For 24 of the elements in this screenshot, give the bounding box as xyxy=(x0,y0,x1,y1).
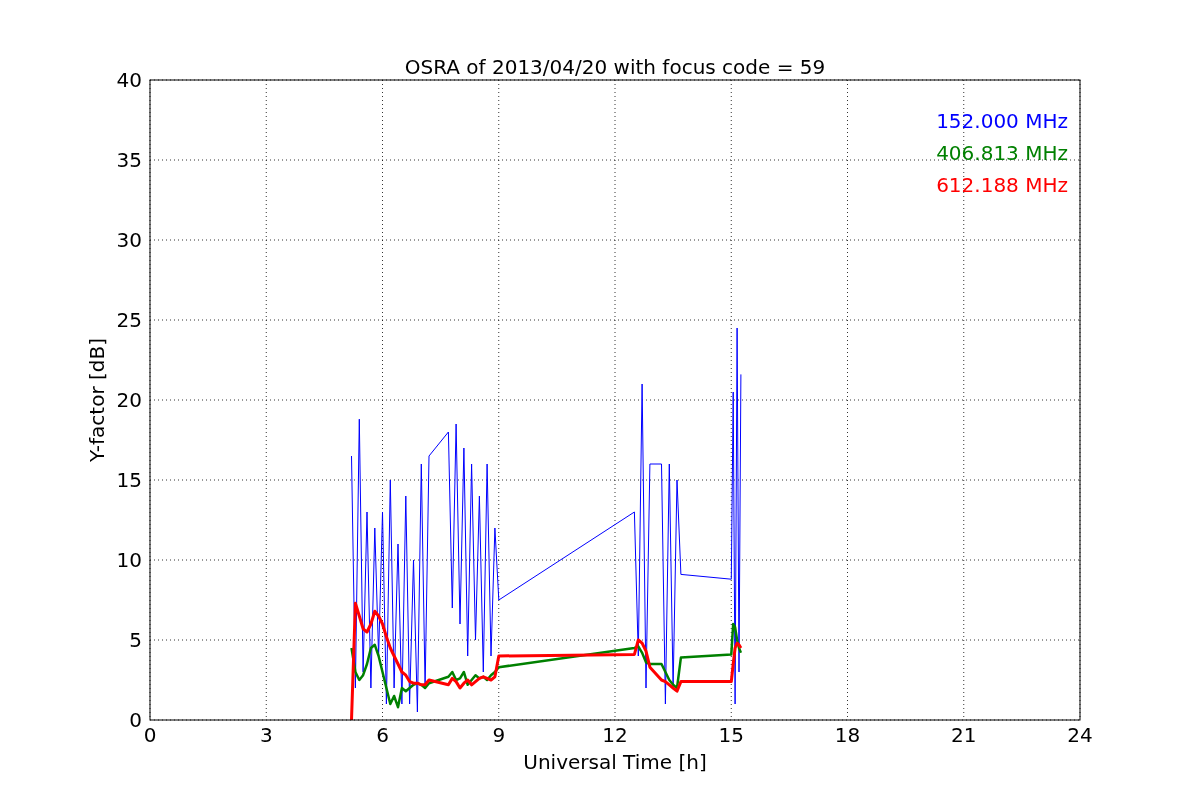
legend-label: 406.813 MHz xyxy=(936,141,1068,165)
tick-label: 20 xyxy=(116,388,142,412)
tick-label: 35 xyxy=(116,148,142,172)
tick-label: 10 xyxy=(116,548,142,572)
tick-label: 9 xyxy=(492,723,506,747)
tick-label: 0 xyxy=(143,723,157,747)
tick-label: 15 xyxy=(116,468,142,492)
tick-label: 6 xyxy=(376,723,389,747)
chart-title: OSRA of 2013/04/20 with focus code = 59 xyxy=(404,55,826,79)
tick-label: 21 xyxy=(951,723,977,747)
legend-label: 612.188 MHz xyxy=(936,173,1068,197)
legend-label: 152.000 MHz xyxy=(936,109,1068,133)
tick-label: 15 xyxy=(718,723,744,747)
tick-label: 24 xyxy=(1067,723,1093,747)
tick-label: 30 xyxy=(116,228,142,252)
tick-label: 12 xyxy=(602,723,628,747)
tick-label: 40 xyxy=(116,68,142,92)
axis-label: Universal Time [h] xyxy=(523,750,707,774)
tick-label: 0 xyxy=(129,708,142,732)
tick-label: 5 xyxy=(129,628,142,652)
tick-label: 25 xyxy=(116,308,142,332)
axis-label: Y-factor [dB] xyxy=(85,338,109,462)
tick-label: 3 xyxy=(259,723,273,747)
tick-label: 18 xyxy=(834,723,861,747)
